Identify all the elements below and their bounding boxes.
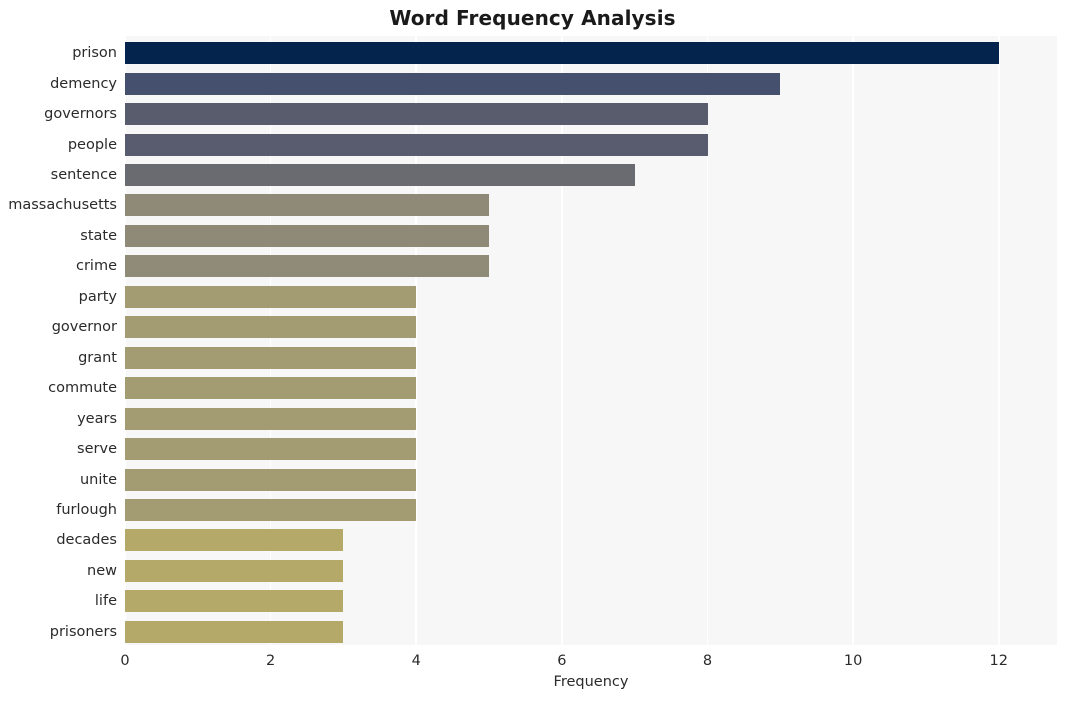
bar[interactable] [125, 620, 344, 643]
y-tick-label: party [78, 288, 117, 305]
y-tick-label: decades [56, 532, 117, 549]
y-tick-label: serve [77, 441, 117, 458]
bar[interactable] [125, 590, 344, 613]
x-tick-label: 2 [266, 653, 276, 669]
x-tick-label: 0 [120, 653, 130, 669]
x-axis: 0 2 4 6 8 10 12 [120, 645, 1057, 675]
bar[interactable] [125, 133, 708, 156]
bar[interactable] [125, 224, 490, 247]
x-tick-label: 10 [843, 653, 863, 669]
chart-figure: Word Frequency Analysis prison demency gov… [0, 0, 1065, 701]
y-tick-label: life [94, 593, 117, 610]
y-tick-label: commute [48, 380, 117, 397]
bar[interactable] [125, 42, 999, 65]
chart-title: Word Frequency Analysis [389, 6, 676, 30]
y-tick-label: governor [51, 319, 117, 336]
bar[interactable] [125, 377, 417, 400]
bar[interactable] [125, 316, 417, 339]
y-axis: prison demency governors people sentence mass… [0, 36, 117, 645]
y-tick-label: grant [78, 349, 117, 366]
y-tick-label: people [67, 136, 117, 153]
y-tick-label: new [87, 562, 117, 579]
plot-area [125, 36, 1057, 645]
bar[interactable] [125, 194, 490, 217]
bar[interactable] [125, 498, 417, 521]
bar[interactable] [125, 285, 417, 308]
x-tick-label: 4 [411, 653, 421, 669]
x-axis-title: Frequency [553, 674, 629, 690]
y-tick-label: governors [44, 106, 117, 123]
y-tick-label: massachusetts [8, 197, 117, 214]
x-tick-label: 12 [989, 653, 1008, 669]
y-tick-label: unite [79, 471, 117, 488]
bars-layer [125, 36, 1057, 645]
x-tick-label: 6 [557, 653, 567, 669]
y-tick-label: sentence [50, 167, 117, 184]
bar[interactable] [125, 164, 635, 187]
x-tick-label: 8 [702, 653, 713, 669]
y-tick-label: years [77, 410, 117, 427]
y-tick-label: state [80, 227, 117, 244]
bar[interactable] [125, 468, 417, 491]
bar[interactable] [125, 407, 417, 430]
bar[interactable] [125, 346, 417, 369]
bar[interactable] [125, 529, 344, 552]
y-tick-label: demency [50, 75, 117, 92]
y-tick-label: prison [72, 45, 117, 62]
bar[interactable] [125, 438, 417, 461]
y-tick-label: prisoners [49, 623, 117, 640]
bar[interactable] [125, 72, 781, 95]
bar[interactable] [125, 103, 708, 126]
bar[interactable] [125, 255, 490, 278]
bar[interactable] [125, 559, 344, 582]
y-tick-label: crime [75, 258, 117, 275]
y-tick-label: furlough [56, 501, 117, 518]
